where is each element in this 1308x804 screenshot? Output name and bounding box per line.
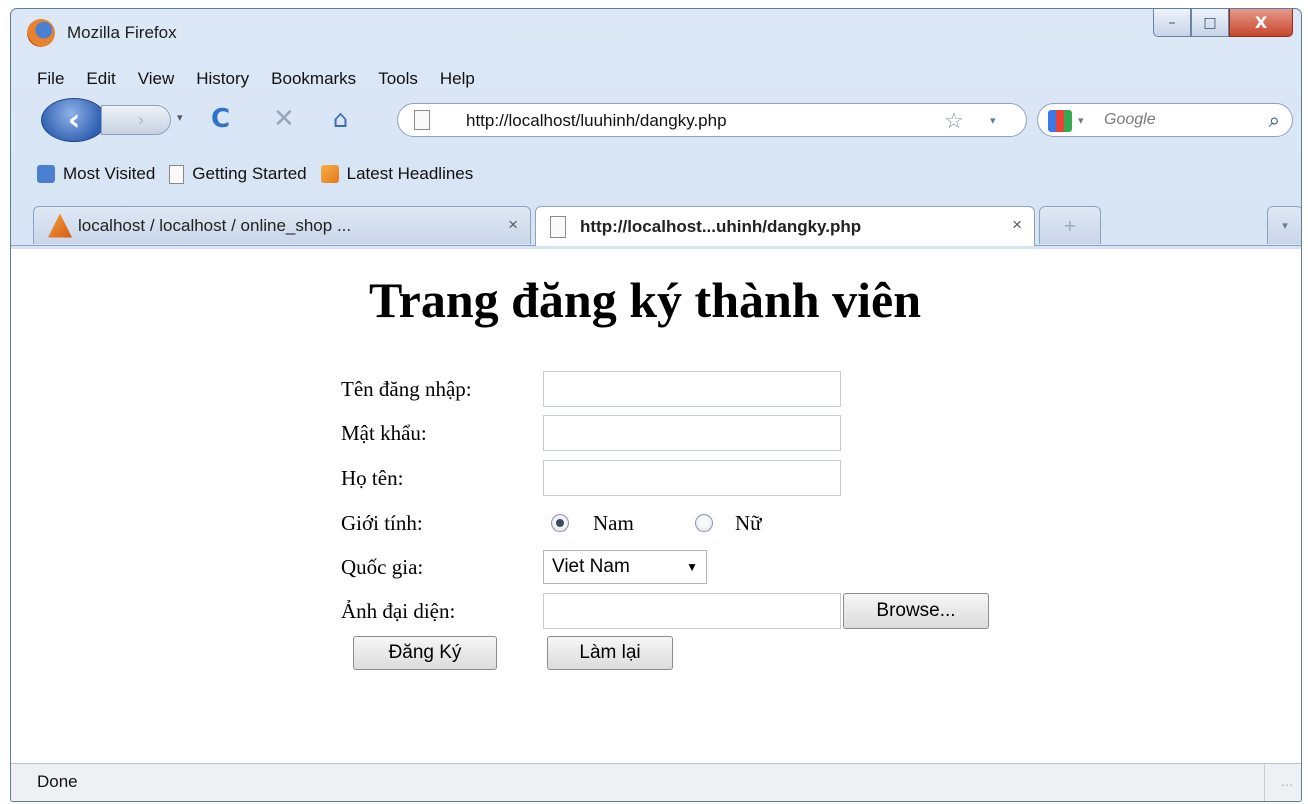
country-label: Quốc gia: [341,554,424,579]
gender-female-label: Nữ [735,510,762,535]
tab-list-dropdown-icon[interactable]: ▾ [1267,206,1301,244]
tab-close-icon[interactable]: × [1012,215,1022,235]
menu-edit[interactable]: Edit [86,65,115,95]
back-button[interactable]: ‹ [41,98,107,142]
search-input[interactable]: Google [1104,111,1156,129]
search-bar[interactable]: ▾ Google ⌕ [1037,103,1293,137]
browse-button[interactable]: Browse... [843,593,989,629]
bookmark-label: Latest Headlines [346,164,474,183]
menu-help[interactable]: Help [440,65,475,95]
country-value: Viet Nam [552,556,630,577]
window-controls: – □ X [1153,9,1293,37]
tab-phpmyadmin[interactable]: localhost / localhost / online_shop ... … [33,206,531,244]
url-bar[interactable]: http://localhost/luuhinh/dangky.php ☆ ▾ [397,103,1027,137]
fullname-label: Họ tên: [341,465,404,490]
bookmarks-toolbar: Most Visited Getting Started Latest Head… [11,159,473,189]
engine-dropdown-icon[interactable]: ▾ [1078,114,1084,127]
page-content: Trang đăng ký thành viên Tên đăng nhập: … [11,249,1301,765]
tab-label: localhost / localhost / online_shop ... [78,215,352,235]
tab-close-icon[interactable]: × [508,215,518,235]
history-dropdown-icon[interactable]: ▾ [177,111,183,124]
most-visited-icon [37,165,55,183]
close-button[interactable]: X [1229,9,1293,37]
menu-history[interactable]: History [196,65,249,95]
phpmyadmin-icon [48,213,72,238]
browser-window: Mozilla Firefox – □ X File Edit View His… [10,8,1302,802]
bookmark-latest-headlines[interactable]: Latest Headlines [320,164,474,184]
page-icon [414,110,430,130]
minimize-button[interactable]: – [1153,9,1191,37]
title-bar: Mozilla Firefox – □ X [11,9,1301,61]
home-icon[interactable]: ⌂ [333,105,348,133]
reload-icon[interactable]: C [211,105,230,133]
avatar-label: Ảnh đại diện: [341,598,456,623]
google-engine-icon[interactable] [1048,110,1072,132]
page-title: Trang đăng ký thành viên [368,272,922,328]
password-input[interactable] [543,415,841,451]
status-bar: Done ⋯ [11,763,1301,801]
menu-view[interactable]: View [138,65,175,95]
resize-grip-icon[interactable]: ⋯ [1281,778,1293,792]
menu-tools[interactable]: Tools [378,65,418,95]
avatar-file-input[interactable] [543,593,841,629]
search-icon[interactable]: ⌕ [1269,108,1280,132]
reset-button[interactable]: Làm lại [547,636,673,670]
status-text: Done [37,772,78,791]
bookmark-star-icon[interactable]: ☆ [944,108,964,134]
navigation-toolbar: ‹ › ▾ C ✕ ⌂ http://localhost/luuhinh/dan… [11,97,1301,143]
status-divider [1264,764,1265,801]
submit-button[interactable]: Đăng Ký [353,636,497,670]
window-title: Mozilla Firefox [67,23,177,42]
gender-male-radio[interactable] [551,514,569,532]
rss-icon [320,165,339,183]
password-label: Mật khẩu: [341,420,427,445]
url-text[interactable]: http://localhost/luuhinh/dangky.php [466,111,727,131]
gender-female-radio[interactable] [695,514,713,532]
country-select[interactable]: Viet Nam ▼ [543,550,707,584]
page-icon [550,215,566,238]
tab-dangky[interactable]: http://localhost...uhinh/dangky.php × [535,206,1035,246]
bookmark-getting-started[interactable]: Getting Started [169,164,307,184]
url-dropdown-icon[interactable]: ▾ [990,114,996,127]
menu-bookmarks[interactable]: Bookmarks [271,65,356,95]
page-icon [169,164,185,184]
bookmark-most-visited[interactable]: Most Visited [37,164,155,184]
username-label: Tên đăng nhập: [341,376,472,401]
bookmark-label: Getting Started [192,164,307,183]
menu-file[interactable]: File [37,65,64,95]
menu-bar: File Edit View History Bookmarks Tools H… [11,65,475,95]
gender-male-label: Nam [593,510,634,535]
tab-strip: localhost / localhost / online_shop ... … [11,202,1301,246]
select-arrow-icon: ▼ [686,560,698,574]
fullname-input[interactable] [543,460,841,496]
gender-label: Giới tính: [341,510,423,535]
firefox-logo-icon [27,19,55,47]
bookmark-label: Most Visited [63,164,156,183]
tab-label: http://localhost...uhinh/dangky.php [580,216,862,236]
maximize-button[interactable]: □ [1191,9,1229,37]
username-input[interactable] [543,371,841,407]
forward-button[interactable]: › [101,105,171,135]
new-tab-button[interactable]: + [1039,206,1101,244]
stop-icon[interactable]: ✕ [273,105,295,133]
